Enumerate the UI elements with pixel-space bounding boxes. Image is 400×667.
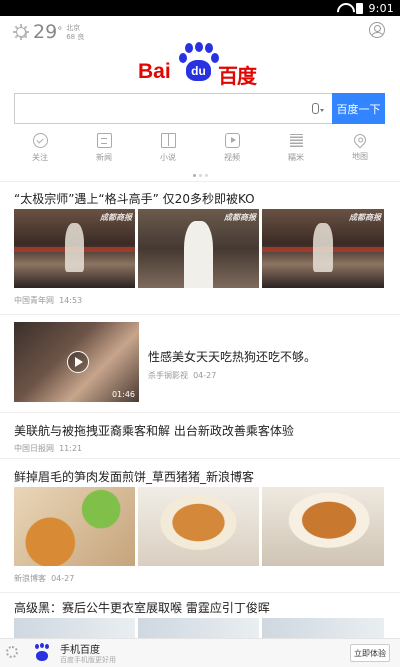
feed-item-title[interactable]: 性感美女天天吃热狗还吃不够。 [148, 348, 316, 365]
battery-icon [356, 2, 364, 14]
novel-icon [160, 133, 176, 148]
try-now-button[interactable]: 立即体验 [350, 644, 390, 662]
video-icon [224, 133, 240, 148]
status-bar: 9:01 [0, 0, 400, 16]
nav-video[interactable]: 视频 [207, 133, 257, 163]
divider [0, 412, 400, 413]
nav-map[interactable]: 地图 [335, 131, 385, 163]
feed-item-meta: 新浪博客 04-27 [14, 573, 74, 584]
divider [0, 314, 400, 315]
feed-time: 11:21 [59, 444, 83, 453]
feed-item-meta: 中国青年网 14:53 [14, 295, 82, 306]
image-watermark: 成都商报 [224, 213, 256, 222]
paw-icon: du [179, 42, 219, 83]
feed-image[interactable]: 成都商报 [262, 209, 384, 288]
search-input[interactable] [15, 94, 332, 123]
logo-chinese: 百度 [218, 64, 257, 88]
nav-news[interactable]: 新闻 [79, 133, 129, 163]
feed-image[interactable] [138, 487, 259, 566]
follow-icon [32, 133, 48, 148]
microphone-icon[interactable] [310, 103, 324, 117]
feed-image[interactable]: 成都商报 [14, 209, 135, 288]
feed-image[interactable]: 成都商报 [138, 209, 259, 288]
map-icon [351, 131, 369, 149]
baidu-app-icon [33, 643, 51, 662]
nuomi-icon [289, 133, 304, 148]
feed-item-title[interactable]: 鲜掉眉毛的笋肉发面煎饼_草西猪猪_新浪博客 [14, 468, 254, 485]
play-icon[interactable] [67, 351, 89, 373]
weather-temperature: 29° [33, 21, 63, 43]
feed-source: 新浪博客 [14, 574, 46, 583]
browser-page: 29° 北京 68 良 Bai du 百度 百度一下 关注 新闻 小说 视频 糯… [0, 16, 400, 667]
weather-details: 北京 68 良 [66, 24, 84, 42]
video-thumbnail[interactable]: 01:46 [14, 322, 139, 402]
banner-title: 手机百度 [60, 645, 100, 656]
baidu-logo: Bai du 百度 [138, 42, 268, 88]
app-download-banner: 手机百度 百度手机版更好用 立即体验 [0, 638, 400, 667]
sun-icon [13, 24, 29, 40]
news-icon [96, 133, 112, 148]
banner-subtitle: 百度手机版更好用 [60, 656, 116, 664]
weather-aqi: 68 良 [66, 33, 85, 41]
image-watermark: 成都商报 [349, 213, 381, 222]
weather-widget[interactable]: 29° 北京 68 良 [13, 22, 84, 42]
weather-city: 北京 [66, 24, 81, 32]
settings-icon[interactable] [6, 646, 18, 658]
search-field[interactable] [14, 93, 332, 124]
nav-follow[interactable]: 关注 [15, 133, 65, 163]
quick-nav: 关注 新闻 小说 视频 糯米 地图 [0, 131, 400, 163]
video-duration: 01:46 [111, 390, 135, 399]
feed-time: 14:53 [59, 296, 83, 305]
divider [0, 181, 400, 182]
feed-time: 04-27 [51, 574, 75, 583]
status-time: 9:01 [368, 1, 394, 15]
logo-latin: Bai [138, 60, 171, 83]
divider [0, 592, 400, 593]
feed-item-title[interactable]: “太极宗师”遇上“格斗高手” 仅20多秒即被KO [14, 190, 255, 207]
feed-source: 杀手锏影视 [148, 371, 188, 380]
image-watermark: 成都商报 [100, 213, 132, 222]
feed-image[interactable] [14, 487, 135, 566]
feed-time: 04-27 [193, 371, 217, 380]
divider [0, 458, 400, 459]
feed-source: 中国青年网 [14, 296, 54, 305]
nav-nuomi[interactable]: 糯米 [271, 133, 321, 163]
search-button[interactable]: 百度一下 [332, 93, 385, 124]
feed-item-meta: 中国日报网 11:21 [14, 443, 82, 454]
user-avatar-icon[interactable] [369, 22, 385, 38]
quick-nav-pager [193, 174, 208, 177]
feed-item-title[interactable]: 高级黑：赛后公牛更衣室展取喉 雷霆应引丁俊晖 [14, 599, 270, 616]
search-bar: 百度一下 [14, 93, 385, 124]
feed-image[interactable] [262, 487, 384, 566]
nav-novel[interactable]: 小说 [143, 133, 193, 163]
feed-item-meta: 杀手锏影视 04-27 [148, 370, 216, 381]
feed-source: 中国日报网 [14, 444, 54, 453]
wifi-icon [337, 3, 351, 13]
feed-item-title[interactable]: 美联航与被拖拽亚裔乘客和解 出台新政改善乘客体验 [14, 422, 294, 439]
